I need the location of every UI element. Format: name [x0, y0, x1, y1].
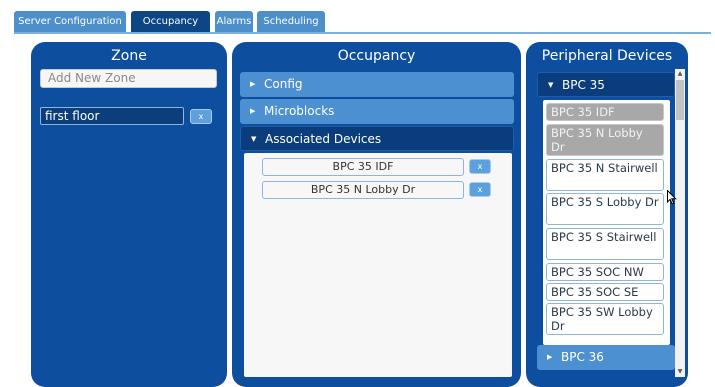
peripheral-device-item[interactable]: BPC 35 IDF: [546, 103, 664, 121]
accordion-bpc-36[interactable]: ▶ BPC 36: [537, 345, 675, 370]
peripheral-device-item[interactable]: BPC 35 S Stairwell: [546, 228, 664, 260]
remove-zone-button[interactable]: x: [190, 109, 212, 124]
add-zone-input[interactable]: Add New Zone: [40, 69, 217, 88]
accordion-microblocks[interactable]: ▶ Microblocks: [240, 99, 514, 124]
peripheral-device-item[interactable]: BPC 35 SOC SE: [546, 283, 664, 301]
accordion-bpc-36-label: BPC 36: [561, 350, 604, 364]
tab-alarms[interactable]: Alarms: [215, 11, 253, 32]
associated-device-item[interactable]: BPC 35 N Lobby Dr: [262, 181, 464, 199]
associated-devices-list: BPC 35 IDF x BPC 35 N Lobby Dr x: [244, 153, 512, 377]
peripheral-device-list: BPC 35 IDF BPC 35 N Lobby Dr BPC 35 N St…: [543, 100, 670, 345]
zone-title: Zone: [111, 48, 147, 64]
peripheral-device-item[interactable]: BPC 35 SOC NW: [546, 263, 664, 281]
scrollbar-thumb[interactable]: [676, 80, 684, 120]
peripheral-device-item[interactable]: BPC 35 S Lobby Dr: [546, 193, 664, 225]
scroll-up-arrow-icon[interactable]: ▲: [675, 69, 685, 79]
triangle-down-icon: ▼: [548, 81, 554, 89]
triangle-right-icon: ▶: [250, 107, 256, 115]
accordion-config-label: Config: [264, 77, 303, 91]
triangle-right-icon: ▶: [250, 80, 256, 88]
tab-underline: [14, 32, 711, 34]
zone-item-first-floor[interactable]: first floor: [40, 107, 184, 125]
tab-scheduling[interactable]: Scheduling: [257, 11, 325, 32]
peripheral-devices-title: Peripheral Devices: [541, 48, 673, 64]
accordion-associated-devices[interactable]: ▼ Associated Devices: [240, 126, 514, 151]
associated-device-item[interactable]: BPC 35 IDF: [262, 158, 464, 176]
remove-device-button[interactable]: x: [469, 182, 491, 197]
remove-device-button[interactable]: x: [469, 159, 491, 174]
accordion-bpc-35[interactable]: ▼ BPC 35: [537, 72, 675, 97]
accordion-bpc-35-label: BPC 35: [562, 78, 605, 92]
mouse-pointer-icon: [667, 190, 677, 205]
occupancy-panel: Occupancy ▶ Config ▶ Microblocks ▼ Assoc…: [232, 42, 521, 387]
scroll-down-arrow-icon[interactable]: ▼: [675, 367, 685, 377]
occupancy-title: Occupancy: [337, 48, 416, 64]
triangle-down-icon: ▼: [251, 135, 257, 143]
zone-panel: Zone Add New Zone first floor x: [31, 42, 227, 387]
peripheral-device-item[interactable]: BPC 35 N Lobby Dr: [546, 124, 664, 156]
accordion-microblocks-label: Microblocks: [264, 104, 335, 118]
accordion-associated-devices-label: Associated Devices: [265, 132, 382, 146]
tab-occupancy[interactable]: Occupancy: [131, 11, 210, 32]
accordion-config[interactable]: ▶ Config: [240, 72, 514, 97]
tab-server-configuration[interactable]: Server Configuration: [14, 11, 126, 32]
triangle-right-icon: ▶: [547, 353, 553, 361]
peripheral-devices-panel: Peripheral Devices ▼ BPC 35 BPC 35 IDF B…: [526, 42, 688, 387]
peripheral-scrollbar[interactable]: ▲ ▼: [675, 69, 685, 377]
peripheral-device-item[interactable]: BPC 35 SW Lobby Dr: [546, 303, 664, 335]
peripheral-device-item[interactable]: BPC 35 N Stairwell: [546, 159, 664, 191]
